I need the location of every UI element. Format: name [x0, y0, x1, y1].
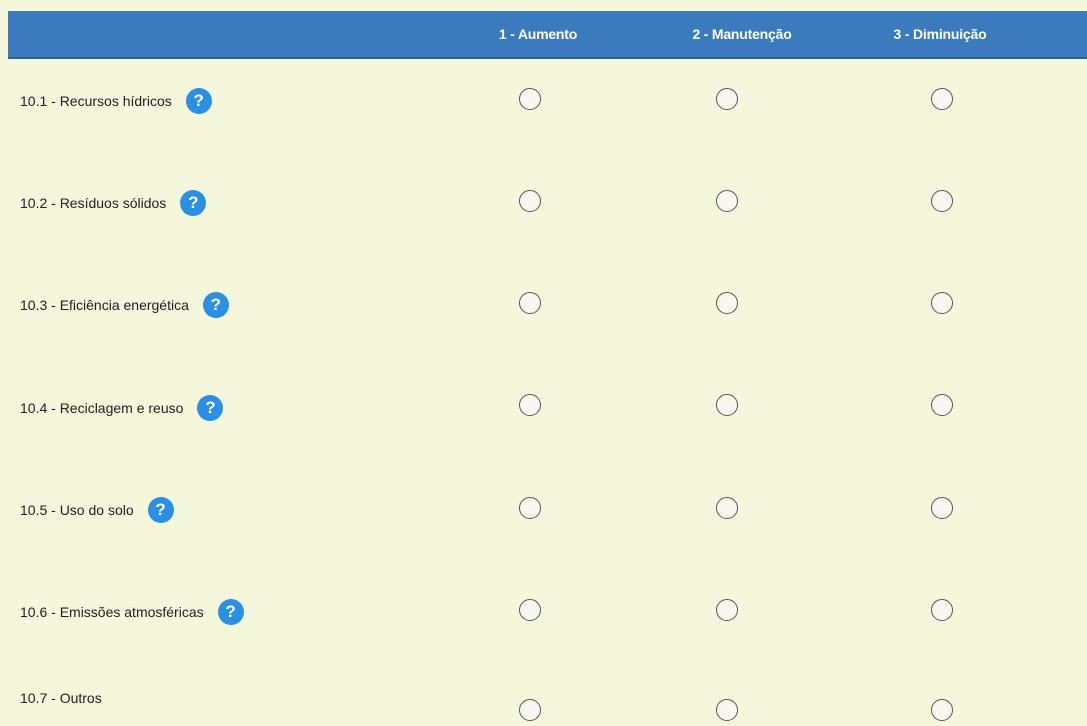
help-icon[interactable]: ? [217, 599, 244, 625]
radio-manutencao[interactable] [716, 190, 738, 212]
radio-diminuicao[interactable] [931, 599, 953, 621]
help-icon[interactable]: ? [185, 88, 212, 114]
radio-diminuicao[interactable] [931, 497, 953, 519]
row-label: 10.7 - Outros [20, 690, 102, 706]
row-label: 10.2 - Resíduos sólidos [20, 195, 167, 211]
row-label: 10.3 - Eficiência energética [20, 297, 189, 313]
help-icon[interactable]: ? [180, 190, 207, 216]
row-label-container: 10.3 - Eficiência energética? [20, 291, 229, 319]
matrix-row: 10.7 - Outros [0, 0, 1087, 721]
radio-manutencao[interactable] [716, 497, 738, 519]
row-label-container: 10.1 - Recursos hídricos? [20, 87, 212, 115]
radio-aumento[interactable] [519, 599, 541, 621]
help-icon[interactable]: ? [202, 292, 229, 318]
radio-aumento[interactable] [519, 88, 541, 110]
radio-manutencao[interactable] [716, 292, 738, 314]
radio-diminuicao[interactable] [931, 88, 953, 110]
help-icon[interactable]: ? [147, 497, 174, 523]
radio-manutencao[interactable] [716, 394, 738, 416]
row-label: 10.4 - Reciclagem e reuso [20, 400, 184, 416]
row-label-container: 10.2 - Resíduos sólidos? [20, 189, 207, 217]
help-icon[interactable]: ? [197, 395, 224, 421]
radio-diminuicao[interactable] [931, 699, 953, 721]
radio-manutencao[interactable] [716, 699, 738, 721]
radio-diminuicao[interactable] [931, 190, 953, 212]
row-label: 10.5 - Uso do solo [20, 502, 134, 518]
row-label: 10.1 - Recursos hídricos [20, 93, 172, 109]
row-label-container: 10.6 - Emissões atmosféricas? [20, 598, 244, 626]
radio-aumento[interactable] [519, 394, 541, 416]
likert-matrix: 1 - Aumento 2 - Manutenção 3 - Diminuiçã… [0, 0, 1087, 726]
radio-manutencao[interactable] [716, 88, 738, 110]
radio-manutencao[interactable] [716, 599, 738, 621]
radio-aumento[interactable] [519, 292, 541, 314]
row-label: 10.6 - Emissões atmosféricas [20, 604, 204, 620]
radio-aumento[interactable] [519, 497, 541, 519]
row-label-container: 10.7 - Outros [20, 684, 102, 712]
radio-aumento[interactable] [519, 190, 541, 212]
row-label-container: 10.5 - Uso do solo? [20, 496, 174, 524]
radio-aumento[interactable] [519, 699, 541, 721]
radio-diminuicao[interactable] [931, 292, 953, 314]
row-label-container: 10.4 - Reciclagem e reuso? [20, 394, 224, 422]
radio-diminuicao[interactable] [931, 394, 953, 416]
